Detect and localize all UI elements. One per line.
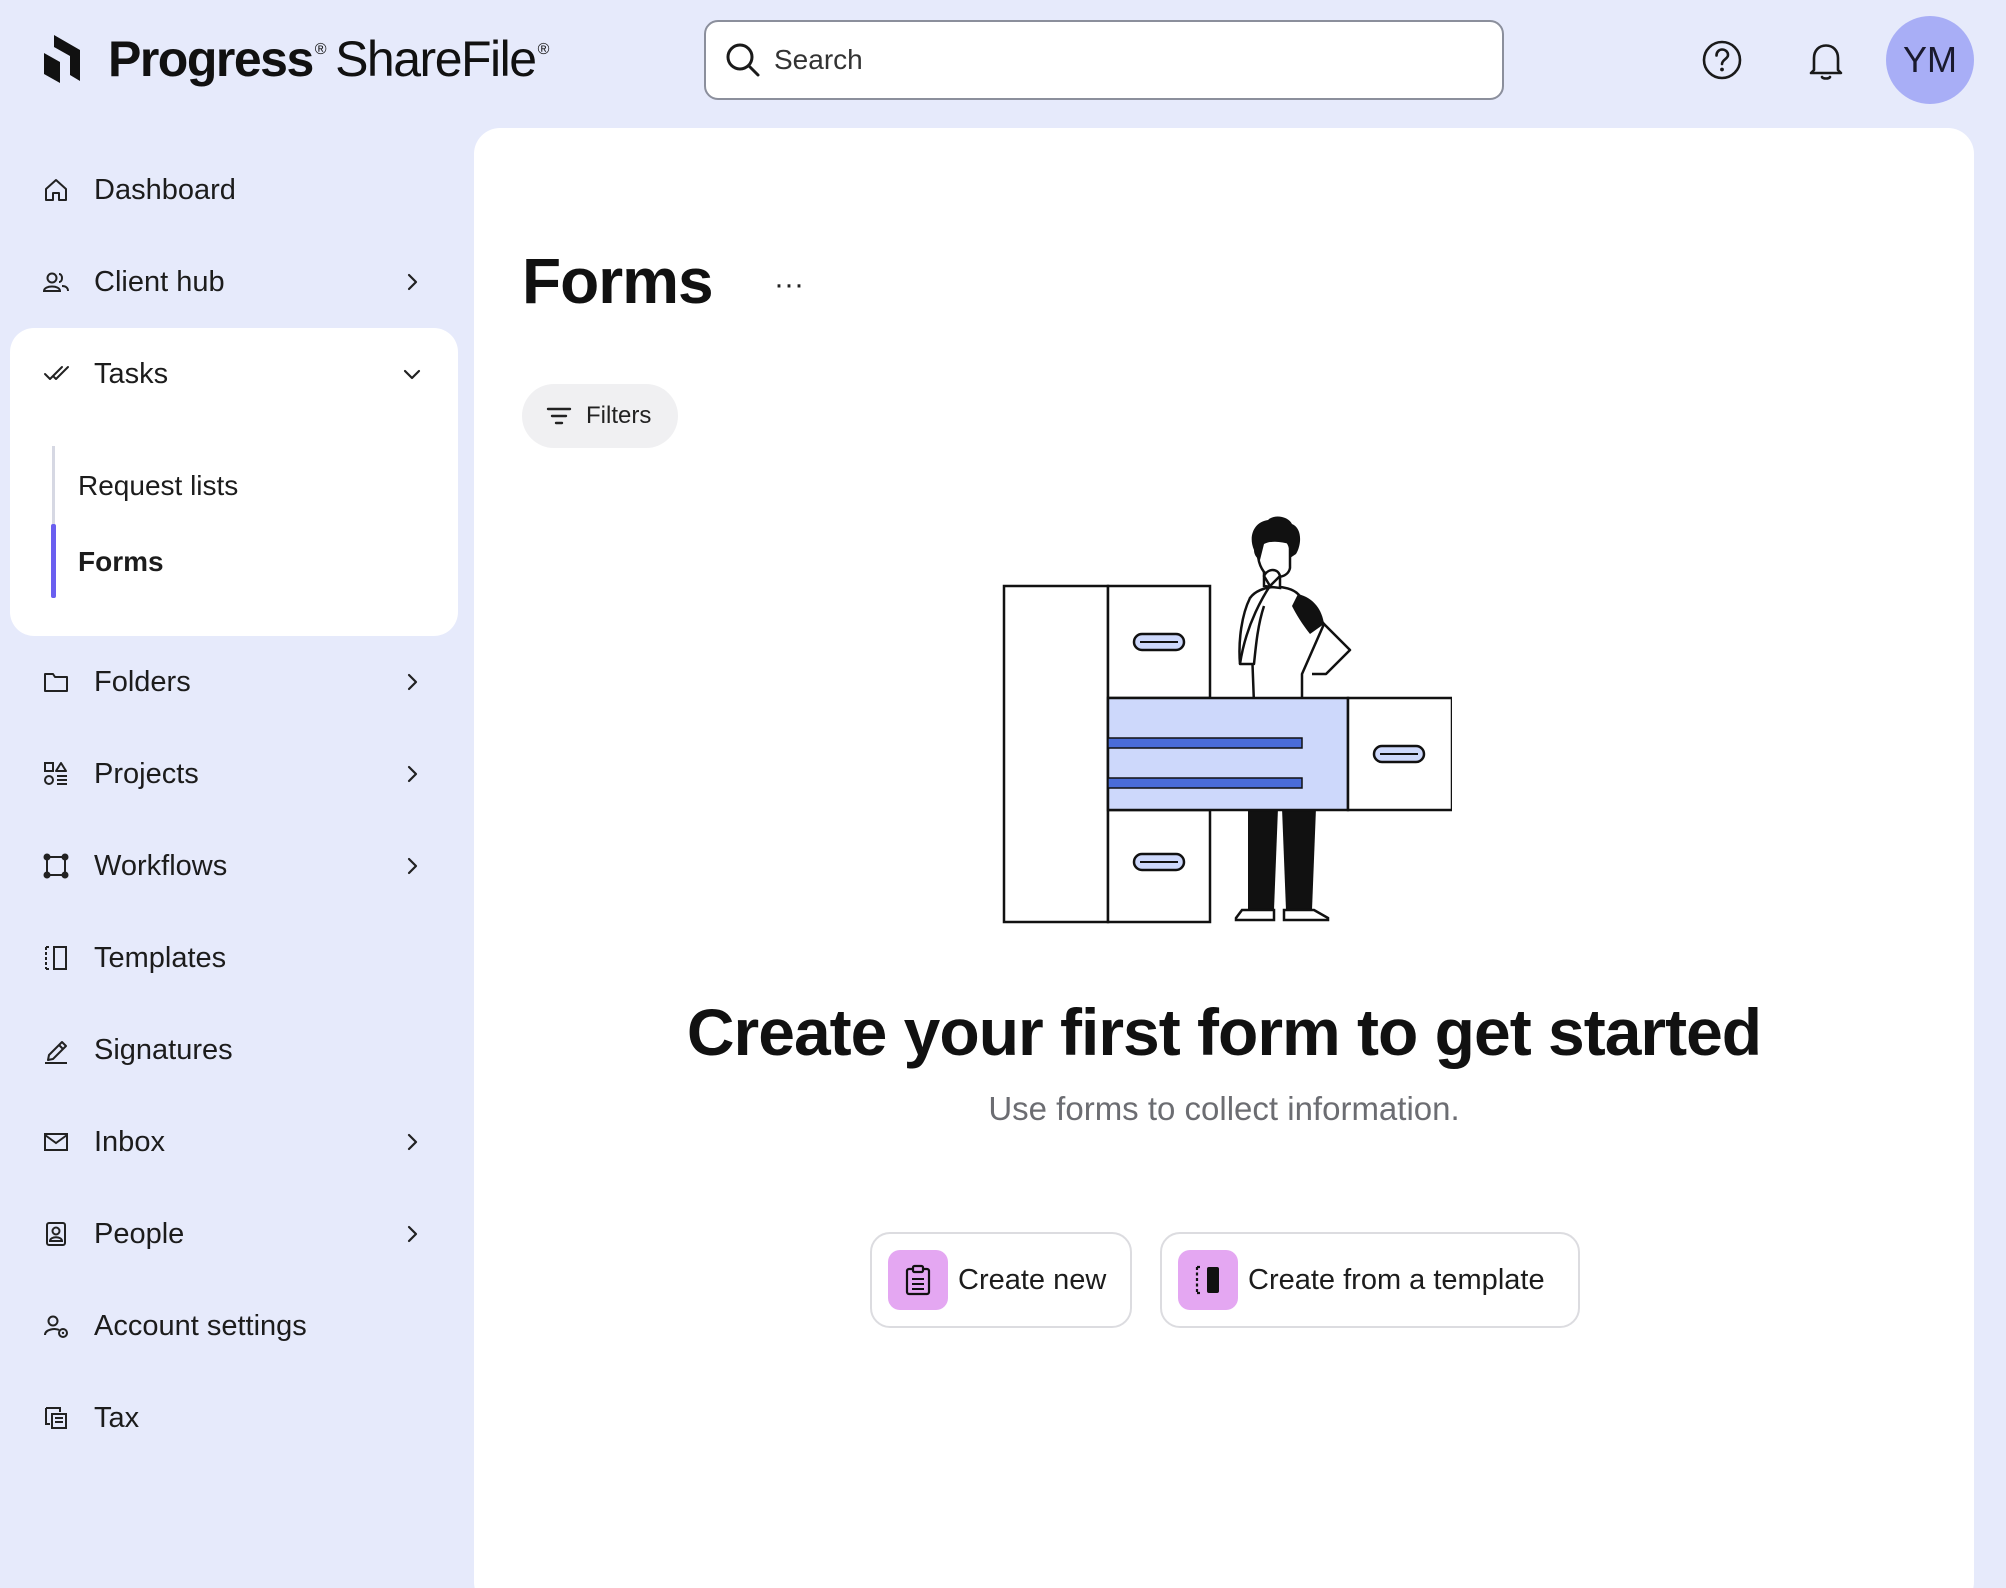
account-settings-icon (40, 1310, 72, 1342)
template-icon (1178, 1250, 1238, 1310)
app-window: Progress®ShareFile® YM Dashboard (0, 0, 2006, 1588)
sidebar-subitem-request-lists[interactable]: Request lists (78, 470, 238, 502)
sidebar-item-label: People (94, 1217, 185, 1250)
more-options-button[interactable]: ··· (764, 260, 814, 310)
mail-icon (40, 1126, 72, 1158)
workflows-icon (40, 850, 72, 882)
chevron-right-icon (407, 1133, 418, 1151)
more-horizontal-icon: ··· (774, 268, 804, 301)
sidebar-item-inbox[interactable]: Inbox (10, 1102, 458, 1182)
sidebar-item-projects[interactable]: Projects (10, 734, 458, 814)
filters-label: Filters (586, 402, 652, 429)
sidebar-item-client-hub[interactable]: Client hub (10, 242, 458, 322)
sidebar-item-dashboard[interactable]: Dashboard (10, 150, 458, 230)
sidebar-subitem-forms[interactable]: Forms (78, 546, 164, 578)
empty-state-subtitle: Use forms to collect information. (988, 1090, 1460, 1127)
sidebar-item-label: Templates (94, 941, 227, 974)
tax-icon (40, 1402, 72, 1434)
sidebar-item-label: Folders (94, 665, 191, 698)
logo-registered-mark-2: ® (537, 41, 550, 58)
sidebar-item-label: Tax (94, 1401, 140, 1434)
create-from-template-label: Create from a template (1248, 1263, 1545, 1296)
avatar[interactable]: YM (1886, 16, 1974, 104)
filters-button[interactable]: Filters (522, 384, 678, 448)
progress-logo-icon (44, 35, 80, 83)
page-title: Forms (522, 245, 714, 317)
logo-primary-text: Progress (108, 31, 314, 87)
chevron-down-icon (403, 369, 421, 380)
sidebar-item-account-settings[interactable]: Account settings (10, 1286, 458, 1366)
folder-icon (40, 666, 72, 698)
sidebar-item-label: Signatures (94, 1033, 233, 1066)
client-hub-icon (40, 266, 72, 298)
sidebar-item-label: Dashboard (94, 173, 236, 206)
sidebar-item-label: Client hub (94, 265, 225, 298)
chevron-right-icon (407, 1225, 418, 1243)
sidebar-item-label: Workflows (94, 849, 228, 882)
signature-pen-icon (40, 1034, 72, 1066)
active-indicator (51, 524, 56, 598)
home-icon (40, 174, 72, 206)
sidebar-item-people[interactable]: People (10, 1194, 458, 1274)
projects-icon (40, 758, 72, 790)
main-content: Forms ··· Filters Create your first form… (474, 128, 1974, 1588)
search-input[interactable] (774, 44, 1474, 76)
bell-icon[interactable] (1802, 36, 1850, 84)
clipboard-icon (888, 1250, 948, 1310)
people-icon (40, 1218, 72, 1250)
create-from-template-button[interactable]: Create from a template (1160, 1232, 1580, 1328)
empty-state-illustration (1002, 516, 1452, 924)
templates-icon (40, 942, 72, 974)
chevron-right-icon (407, 273, 418, 291)
sidebar-item-label: Tasks (94, 357, 169, 390)
sidebar-item-tasks[interactable]: Tasks (10, 334, 458, 414)
search-icon (726, 43, 760, 77)
empty-state-title: Create your first form to get started (686, 995, 1762, 1069)
sidebar-item-label: Inbox (94, 1125, 165, 1158)
sidebar-item-folders[interactable]: Folders (10, 642, 458, 722)
sidebar-item-label: Account settings (94, 1309, 307, 1342)
avatar-initials: YM (1903, 39, 1957, 80)
sidebar-item-templates[interactable]: Templates (10, 918, 458, 998)
filter-icon (546, 407, 572, 425)
logo-registered-mark: ® (314, 41, 327, 58)
sharefile-logo[interactable]: Progress ® ShareFile ® (40, 26, 550, 92)
sidebar-item-workflows[interactable]: Workflows (10, 826, 458, 906)
create-new-button[interactable]: Create new (870, 1232, 1132, 1328)
help-circle-icon[interactable] (1698, 36, 1746, 84)
chevron-right-icon (407, 857, 418, 875)
chevron-right-icon (407, 765, 418, 783)
search-bar[interactable] (704, 20, 1504, 100)
tasks-check-icon (40, 358, 72, 390)
sidebar-item-signatures[interactable]: Signatures (10, 1010, 458, 1090)
chevron-right-icon (407, 673, 418, 691)
logo-secondary-text: ShareFile (335, 31, 537, 87)
sidebar-item-label: Projects (94, 757, 199, 790)
create-new-label: Create new (958, 1263, 1107, 1296)
sidebar-item-tax[interactable]: Tax (10, 1378, 458, 1458)
